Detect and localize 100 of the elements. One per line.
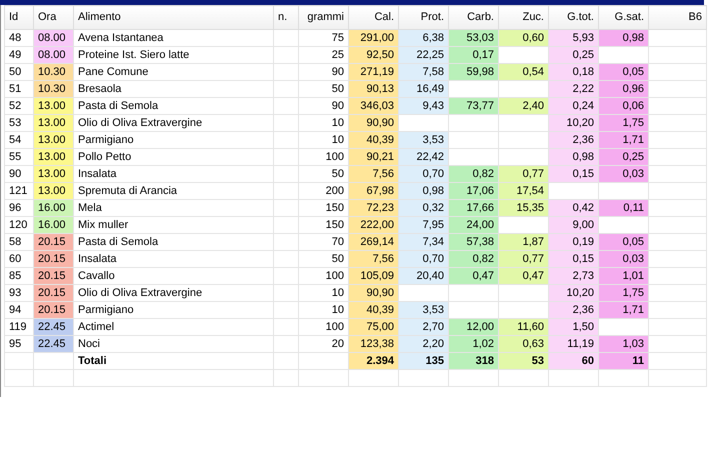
table-cell: 13.00 <box>34 182 74 200</box>
table-cell: Mela <box>74 200 274 216</box>
table-cell: 123,38 <box>348 336 398 352</box>
table-cell: 13.00 <box>34 148 74 166</box>
table-cell: 73,77 <box>448 98 498 114</box>
table-cell: 40,39 <box>348 302 398 318</box>
table-cell: 0,05 <box>598 64 648 80</box>
table-cell: 7,58 <box>398 64 448 80</box>
table-cell: 57,38 <box>448 234 498 250</box>
table-cell: 6,38 <box>398 30 448 46</box>
table-cell: 0,47 <box>448 268 498 284</box>
column-header[interactable]: G.tot. <box>548 6 598 30</box>
table-cell: 20.15 <box>34 302 74 318</box>
table-cell: Pollo Petto <box>74 148 274 166</box>
table-cell: 0,77 <box>498 250 548 268</box>
table-cell: 0,05 <box>598 234 648 250</box>
table-cell: 2,20 <box>398 336 448 352</box>
column-header[interactable]: Ora <box>34 6 74 30</box>
column-header[interactable]: Prot. <box>398 6 448 30</box>
table-cell: Insalata <box>74 250 274 268</box>
table-cell: Avena Istantanea <box>74 30 274 46</box>
table-cell: 0,82 <box>448 250 498 268</box>
table-cell: 13.00 <box>34 98 74 114</box>
table-cell: 20.15 <box>34 284 74 302</box>
table-cell: Proteine Ist. Siero latte <box>74 46 274 64</box>
table-cell: 0,18 <box>548 64 598 80</box>
table-cell: 24,00 <box>448 216 498 234</box>
table-cell: 318 <box>448 352 498 370</box>
column-header[interactable]: Cal. <box>348 6 398 30</box>
table-cell: Pasta di Semola <box>74 234 274 250</box>
table-cell: 0,32 <box>398 200 448 216</box>
column-header[interactable]: Alimento <box>74 6 274 30</box>
table-cell: Cavallo <box>74 268 274 284</box>
table-cell: 0,11 <box>598 200 648 216</box>
table-cell: 291,00 <box>348 30 398 46</box>
table-cell: Olio di Oliva Extravergine <box>74 284 274 302</box>
table-cell: 11,60 <box>498 318 548 336</box>
table-cell: 2,36 <box>548 132 598 148</box>
table-cell: 90,21 <box>348 148 398 166</box>
table-cell: 135 <box>398 352 448 370</box>
table-cell: 16,49 <box>398 80 448 98</box>
table-cell: 3,53 <box>398 132 448 148</box>
table-cell: 2,70 <box>398 318 448 336</box>
table-cell: 60 <box>548 352 598 370</box>
table-cell: 2,40 <box>498 98 548 114</box>
table-cell: 10.30 <box>34 64 74 80</box>
table-cell: 12,00 <box>448 318 498 336</box>
table-cell: 105,09 <box>348 268 398 284</box>
table-cell: 20.15 <box>34 234 74 250</box>
table-cell: 0,25 <box>598 148 648 166</box>
table-cell: Noci <box>74 336 274 352</box>
table-cell: 7,56 <box>348 166 398 182</box>
table-cell: 11,19 <box>548 336 598 352</box>
table-cell: 271,19 <box>348 64 398 80</box>
column-header[interactable]: Zuc. <box>498 6 548 30</box>
column-header[interactable]: grammi <box>298 6 348 30</box>
column-header[interactable]: B6 <box>648 6 706 30</box>
table-cell: 13.00 <box>34 114 74 132</box>
table-cell: Pasta di Semola <box>74 98 274 114</box>
table-cell: 2,36 <box>548 302 598 318</box>
table-cell: 0,82 <box>448 166 498 182</box>
table-cell: 90,90 <box>348 114 398 132</box>
table-cell: 1,75 <box>598 284 648 302</box>
table-cell: 20,40 <box>398 268 448 284</box>
table-cell: 0,42 <box>548 200 598 216</box>
table-cell: 1,01 <box>598 268 648 284</box>
column-header[interactable]: G.sat. <box>598 6 648 30</box>
table-cell: Mix muller <box>74 216 274 234</box>
table-cell: 59,98 <box>448 64 498 80</box>
table-cell: 20.15 <box>34 250 74 268</box>
table-cell: 5,93 <box>548 30 598 46</box>
table-cell: 72,23 <box>348 200 398 216</box>
table-cell: Spremuta di Arancia <box>74 182 274 200</box>
table-cell: 17,66 <box>448 200 498 216</box>
table-cell: 16.00 <box>34 216 74 234</box>
table-cell: 0,63 <box>498 336 548 352</box>
table-cell: Actimel <box>74 318 274 336</box>
table-cell: 222,00 <box>348 216 398 234</box>
table-cell: 13.00 <box>34 166 74 182</box>
table-cell: 22.45 <box>34 336 74 352</box>
column-header[interactable]: Carb. <box>448 6 498 30</box>
table-cell: 0,77 <box>498 166 548 182</box>
table-cell: 7,95 <box>398 216 448 234</box>
column-header[interactable]: n. <box>274 6 298 30</box>
table-cell: 10.30 <box>34 80 74 98</box>
table-cell: 1,50 <box>548 318 598 336</box>
table-cell: 0,15 <box>548 250 598 268</box>
column-header[interactable]: Id <box>4 6 34 30</box>
table-cell: 90,13 <box>348 80 398 98</box>
table-cell: 0,17 <box>448 46 498 64</box>
table-cell: 2,73 <box>548 268 598 284</box>
table-cell: Olio di Oliva Extravergine <box>74 114 274 132</box>
table-cell: 90,90 <box>348 284 398 302</box>
table-cell: 22,42 <box>398 148 448 166</box>
table-cell: 10,20 <box>548 284 598 302</box>
table-cell: 346,03 <box>348 98 398 114</box>
table-cell: 08.00 <box>34 46 74 64</box>
table-cell: 0,25 <box>548 46 598 64</box>
table-cell: 17,06 <box>448 182 498 200</box>
table-cell: 11 <box>598 352 648 370</box>
